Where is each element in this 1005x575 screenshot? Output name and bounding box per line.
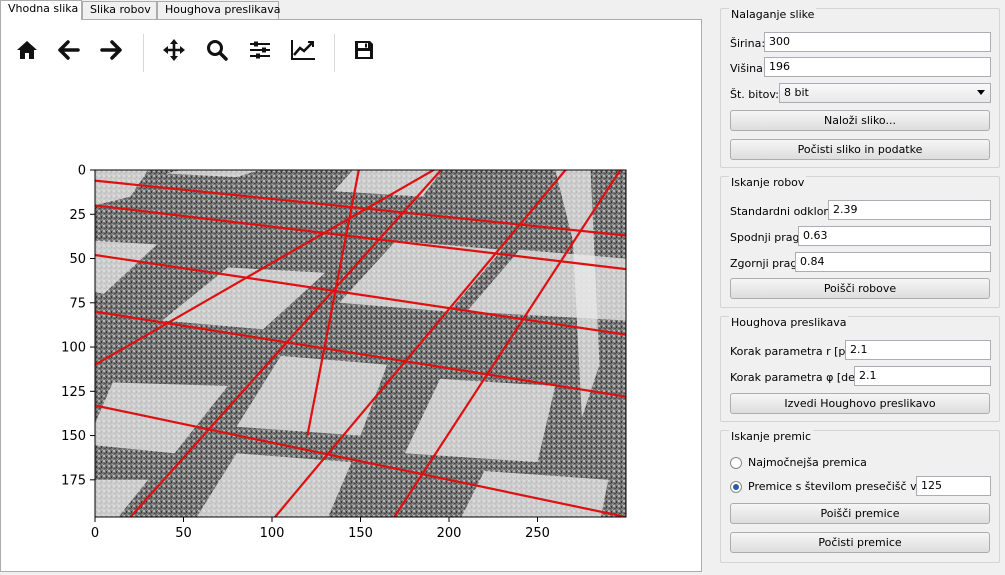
group-title: Nalaganje slike xyxy=(729,8,817,21)
run-hough-button[interactable]: Izvedi Houghovo preslikavo xyxy=(730,393,990,414)
tab-houghova-preslikava[interactable]: Houghova preslikava xyxy=(157,1,280,19)
y-tick-label: 25 xyxy=(69,208,86,223)
bits-label: Št. bitov: xyxy=(730,88,779,101)
toolbar-separator xyxy=(143,34,144,72)
high-threshold-input[interactable]: 0.84 xyxy=(795,252,991,272)
height-input[interactable]: 196 xyxy=(764,57,991,77)
tab-slika-robov[interactable]: Slika robov xyxy=(82,1,157,19)
height-label: Višina: xyxy=(730,62,767,75)
find-edges-button[interactable]: Poišči robove xyxy=(730,278,990,299)
input-image xyxy=(95,170,626,517)
image-plot[interactable]: 0 50 100 150 200 250 0 25 50 75 100 125 150 175 xyxy=(53,150,633,540)
forward-arrow-icon[interactable] xyxy=(95,34,127,66)
toolbar-separator xyxy=(334,34,335,72)
group-title: Houghova preslikava xyxy=(729,316,849,329)
back-arrow-icon[interactable] xyxy=(53,34,85,66)
x-tick-label: 50 xyxy=(175,526,192,540)
edit-axis-icon[interactable] xyxy=(287,34,319,66)
chevron-down-icon xyxy=(977,90,985,95)
y-tick-label: 125 xyxy=(61,385,86,400)
bits-select[interactable]: 8 bit xyxy=(779,83,991,103)
y-tick-label: 75 xyxy=(69,296,86,311)
line-detection-group: Iskanje premic Najmočnejša premica Premi… xyxy=(720,430,1000,563)
std-input[interactable]: 2.39 xyxy=(828,200,991,220)
edge-detection-group: Iskanje robov Standardni odklon: 2.39 Sp… xyxy=(720,176,1000,308)
hough-transform-group: Houghova preslikava Korak parametra r [p… xyxy=(720,316,1000,422)
high-threshold-label: Zgornji prag: xyxy=(730,257,802,270)
phi-step-label: Korak parametra φ [deg] xyxy=(730,371,867,384)
threshold-lines-radio[interactable] xyxy=(730,481,742,493)
r-step-input[interactable]: 2.1 xyxy=(845,340,991,360)
configure-subplots-icon[interactable] xyxy=(244,34,276,66)
zoom-icon[interactable] xyxy=(201,34,233,66)
x-tick-label: 150 xyxy=(348,526,373,540)
home-icon[interactable] xyxy=(11,34,43,66)
x-tick-label: 250 xyxy=(525,526,550,540)
image-loading-group: Nalaganje slike Širina: 300 Višina: 196 … xyxy=(720,8,1000,168)
threshold-lines-label: Premice s številom presečišč vsaj xyxy=(748,480,933,493)
save-icon[interactable] xyxy=(348,34,380,66)
low-threshold-input[interactable]: 0.63 xyxy=(798,226,991,246)
phi-step-input[interactable]: 2.1 xyxy=(854,366,991,386)
group-title: Iskanje robov xyxy=(729,176,807,189)
y-tick-label: 50 xyxy=(69,252,86,267)
clear-image-button[interactable]: Počisti sliko in podatke xyxy=(730,139,990,160)
width-input[interactable]: 300 xyxy=(764,32,991,52)
x-tick-label: 200 xyxy=(437,526,462,540)
tab-vhodna-slika[interactable]: Vhodna slika xyxy=(0,0,82,20)
r-step-label: Korak parametra r [px] xyxy=(730,345,857,358)
threshold-input[interactable]: 125 xyxy=(916,476,991,496)
find-lines-button[interactable]: Poišči premice xyxy=(730,503,990,524)
tab-content-panel: 0 50 100 150 200 250 0 25 50 75 100 125 150 175 xyxy=(0,19,702,572)
x-tick-label: 100 xyxy=(260,526,285,540)
pan-icon[interactable] xyxy=(158,34,190,66)
y-tick-label: 100 xyxy=(61,341,86,356)
bits-select-value: 8 bit xyxy=(784,86,809,99)
std-label: Standardni odklon: xyxy=(730,205,835,218)
strongest-line-label: Najmočnejša premica xyxy=(748,456,867,469)
width-label: Širina: xyxy=(730,37,766,50)
load-image-button[interactable]: Naloži sliko... xyxy=(730,110,990,131)
group-title: Iskanje premic xyxy=(729,430,814,443)
y-tick-label: 175 xyxy=(61,473,86,488)
strongest-line-radio[interactable] xyxy=(730,457,742,469)
clear-lines-button[interactable]: Počisti premice xyxy=(730,532,990,553)
y-tick-label: 150 xyxy=(61,429,86,444)
x-tick-label: 0 xyxy=(91,526,99,540)
low-threshold-label: Spodnji prag: xyxy=(730,231,804,244)
y-tick-label: 0 xyxy=(78,164,86,179)
